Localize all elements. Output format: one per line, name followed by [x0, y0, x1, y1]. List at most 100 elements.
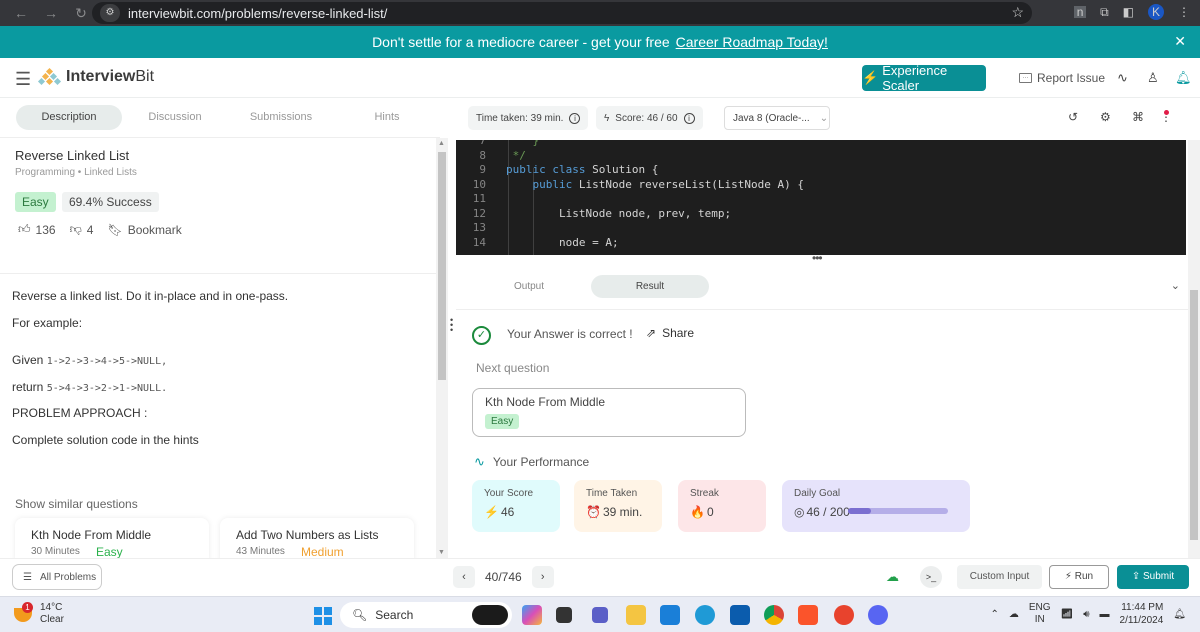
reset-icon[interactable]: ↺ — [1068, 110, 1078, 124]
tab-discussion[interactable]: Discussion — [122, 105, 228, 130]
url-text[interactable]: interviewbit.com/problems/reverse-linked… — [128, 6, 387, 21]
onedrive-icon[interactable]: ☁ — [1009, 609, 1019, 620]
settings-icon[interactable]: ⚙ — [1100, 110, 1111, 124]
given-label: Given — [12, 353, 44, 367]
user-icon[interactable]: ♙ — [1147, 70, 1159, 86]
custom-input-button[interactable]: Custom Input — [957, 565, 1042, 589]
code-line[interactable]: 14 node = A; — [456, 236, 619, 250]
problem-topic[interactable]: Linked Lists — [84, 167, 137, 178]
stat-card: Streak 🔥 0 — [678, 480, 766, 532]
terminal-icon[interactable]: >_ — [920, 566, 942, 588]
cloud-saved-icon[interactable]: ☁︎ — [886, 569, 899, 585]
language-select[interactable]: Java 8 (Oracle-... ⌄ — [724, 106, 830, 130]
split-resize-handle[interactable]: ••• — [812, 252, 823, 264]
activity-icon[interactable]: ∿ — [1117, 70, 1128, 86]
code-line[interactable]: 7 } — [456, 140, 539, 148]
submit-button[interactable]: ⇪ Submit — [1117, 565, 1189, 589]
scroll-up-icon[interactable]: ▲ — [438, 140, 445, 147]
language-indicator[interactable]: ENG IN — [1029, 602, 1051, 626]
code-line[interactable]: 13 — [456, 221, 506, 235]
address-bar[interactable]: ⚙ interviewbit.com/problems/reverse-link… — [92, 2, 1032, 24]
like-button[interactable]: 👍︎ 136 — [18, 222, 56, 237]
stat-icon: ⚡ — [484, 505, 499, 519]
code-line[interactable]: 10 public ListNode reverseList(ListNode … — [456, 178, 804, 192]
similar-questions-heading[interactable]: Show similar questions — [15, 497, 138, 511]
cortana-icon[interactable] — [660, 605, 680, 625]
scroll-down-icon[interactable]: ▼ — [438, 549, 445, 556]
battery-icon[interactable]: ▬ — [1100, 609, 1110, 620]
notifications-icon[interactable]: 🔔︎ — [1173, 609, 1186, 620]
tray-overflow-icon[interactable]: ⌃ — [990, 609, 998, 620]
right-scrollbar[interactable] — [1188, 140, 1200, 558]
reload-icon[interactable]: ↻ — [72, 5, 90, 22]
discord-icon[interactable] — [868, 605, 888, 625]
brave-icon[interactable] — [798, 605, 818, 625]
taskbar-search[interactable]: 🔍︎ Search — [340, 602, 512, 628]
weather-widget[interactable]: 1 14°C Clear — [14, 602, 64, 626]
shortcuts-icon[interactable]: ⌘ — [1132, 110, 1144, 124]
windows-start-icon[interactable] — [314, 607, 332, 625]
profile-avatar[interactable]: K — [1148, 4, 1164, 20]
app-icon[interactable] — [556, 607, 572, 623]
similar-question-card[interactable]: Add Two Numbers as Lists 43 Minutes Medi… — [220, 518, 414, 558]
sidepanel-icon[interactable]: ◧ — [1123, 5, 1134, 19]
tab-description[interactable]: Description — [16, 105, 122, 130]
line-number: 14 — [472, 235, 486, 249]
banner-link[interactable]: Career Roadmap Today! — [676, 34, 828, 50]
code-line[interactable]: 9 public class Solution { — [456, 163, 658, 177]
logo[interactable]: InterviewBit — [37, 67, 154, 86]
extensions-icon[interactable]: ⧉ — [1100, 5, 1109, 20]
run-button[interactable]: ⚡︎ Run — [1049, 565, 1109, 589]
scroll-thumb[interactable] — [1190, 290, 1198, 540]
tab-submissions[interactable]: Submissions — [228, 105, 334, 130]
share-icon: ⇗ — [646, 326, 657, 340]
file-explorer-icon[interactable] — [626, 605, 646, 625]
result-message: Your Answer is correct ! — [507, 327, 633, 341]
bookmark-label: Bookmark — [127, 222, 182, 237]
copilot-icon[interactable] — [472, 605, 508, 625]
report-issue-button[interactable]: ··· Report Issue — [1019, 71, 1105, 85]
tab-hints[interactable]: Hints — [334, 105, 440, 130]
dislike-button[interactable]: 👎︎ 4 — [70, 222, 94, 237]
extension-n-icon[interactable]: n — [1074, 6, 1087, 18]
tab-output[interactable]: Output — [470, 275, 588, 298]
volume-icon[interactable]: 🔊︎ — [1083, 609, 1089, 620]
experience-scaler-button[interactable]: ⚡ Experience Scaler — [862, 63, 986, 93]
browser-menu-icon[interactable]: ⋮ — [1178, 5, 1190, 19]
forward-icon[interactable]: → — [42, 5, 60, 21]
left-scrollbar[interactable]: ▲ ▼ — [436, 138, 448, 558]
code-line[interactable]: 12 ListNode node, prev, temp; — [456, 207, 731, 221]
store-icon[interactable] — [730, 605, 750, 625]
collapse-chevron-icon[interactable]: ⌄ — [1171, 279, 1180, 292]
site-settings-icon[interactable]: ⚙ — [100, 4, 120, 22]
bookmark-star-icon[interactable]: ☆ — [1011, 4, 1024, 21]
teams-icon[interactable] — [592, 607, 608, 623]
share-button[interactable]: ⇗ Share — [646, 326, 694, 340]
notification-bell-icon[interactable]: 🔔︎ — [1175, 70, 1192, 86]
back-icon[interactable]: ← — [12, 5, 30, 21]
clock[interactable]: 11:44 PM 2/11/2024 — [1120, 601, 1164, 627]
all-problems-button[interactable]: ☰ All Problems — [12, 564, 102, 590]
next-problem-button[interactable]: › — [531, 566, 554, 588]
target-icon: ◎ — [794, 505, 805, 519]
copilot-app-icon[interactable] — [522, 605, 542, 625]
code-editor[interactable]: 7 } 8 */9 public class Solution {10 public… — [456, 140, 1186, 255]
info-icon[interactable]: i — [683, 112, 695, 124]
tab-result[interactable]: Result — [591, 275, 709, 298]
bookmark-button[interactable]: 🔖︎ Bookmark — [107, 223, 181, 237]
similar-question-card[interactable]: Kth Node From Middle 30 Minutes Easy — [15, 518, 209, 558]
weather-moon-icon: 1 — [14, 602, 34, 622]
info-icon[interactable]: i — [569, 112, 581, 124]
problem-category[interactable]: Programming — [15, 167, 75, 178]
wps-icon[interactable] — [834, 605, 854, 625]
scroll-thumb[interactable] — [438, 152, 446, 380]
edge-icon[interactable] — [695, 605, 715, 625]
code-line[interactable]: 8 */ — [456, 149, 526, 163]
close-icon[interactable]: ✕ — [1174, 33, 1186, 50]
prev-problem-button[interactable]: ‹ — [453, 566, 475, 588]
next-question-card[interactable]: Kth Node From Middle Easy — [472, 388, 746, 437]
code-line[interactable]: 11 — [456, 192, 506, 206]
menu-icon[interactable]: ☰ — [15, 69, 31, 90]
wifi-icon[interactable]: 📶︎ — [1061, 609, 1074, 620]
chrome-icon[interactable] — [764, 605, 784, 625]
